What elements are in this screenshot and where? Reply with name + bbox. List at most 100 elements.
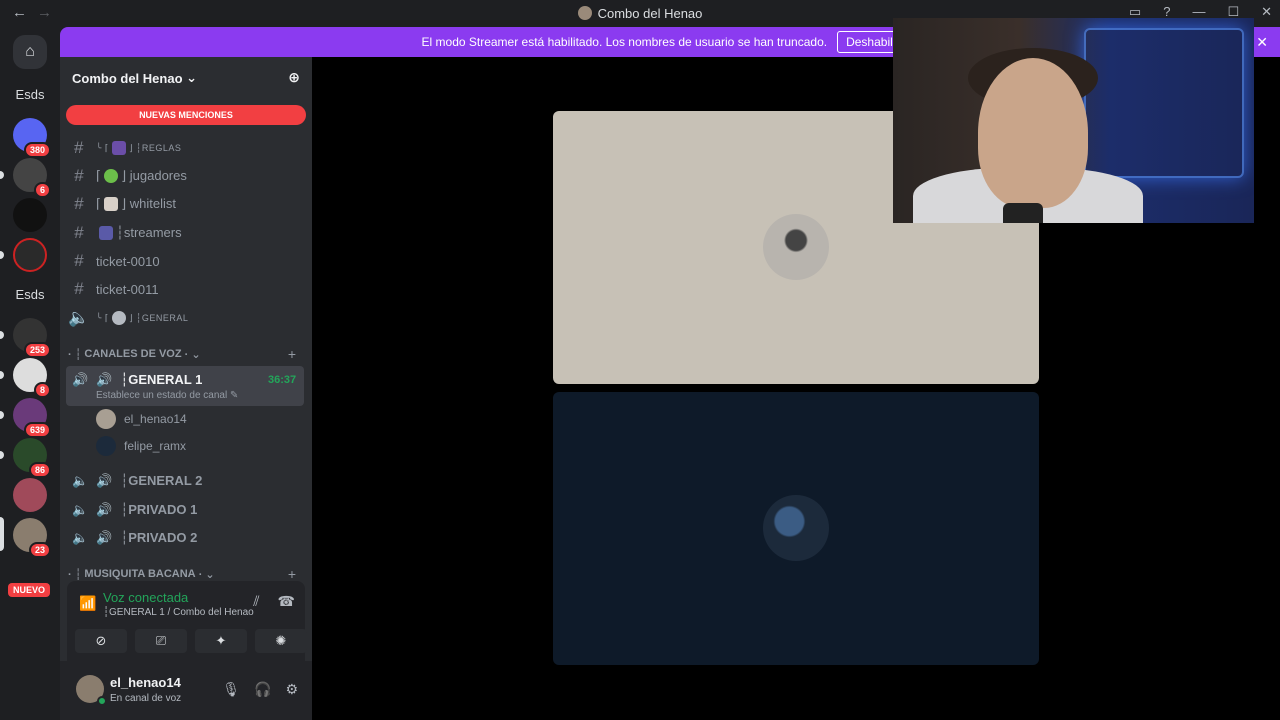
guild-header[interactable]: Combo del Henao ⌄ ⊕	[60, 57, 312, 99]
speaker-icon: 🔈	[72, 473, 89, 488]
mention-badge: 6	[33, 182, 51, 198]
new-badge: NUEVO	[8, 583, 51, 597]
speaker-emoji-icon: 🔊	[96, 530, 113, 545]
speaker-icon: 🔈	[72, 502, 89, 517]
speaker-emoji-icon: 🔊	[96, 473, 113, 488]
camera-off-button[interactable]: ⊘	[75, 629, 127, 653]
server-icon-8[interactable]: 86	[13, 438, 51, 478]
alien-icon	[104, 169, 119, 183]
user-status: En canal de voz	[110, 693, 182, 704]
channel-label: ⌋ whitelist	[121, 196, 176, 211]
voice-member[interactable]: felipe_ramx	[96, 435, 186, 457]
microphone-icon[interactable]: 🎙	[222, 681, 240, 698]
hash-icon: #	[74, 166, 84, 185]
channel-streamers[interactable]: # ┆streamers	[68, 220, 304, 246]
server-folder-1[interactable]: Esds	[13, 77, 47, 111]
channel-whitelist[interactable]: # ⌈ ⌋ whitelist	[68, 191, 304, 217]
user-controls: 🎙 🎧 ⚙	[222, 681, 298, 698]
channel-label: ticket-0010	[96, 253, 160, 269]
speaker-icon: 🔈	[72, 530, 89, 545]
username[interactable]: el_henao14	[110, 675, 181, 690]
add-channel-icon[interactable]: +	[288, 566, 296, 582]
add-channel-icon[interactable]: +	[288, 346, 296, 362]
chevron-down-icon: · ⌄	[198, 568, 215, 581]
unread-pill	[0, 371, 4, 379]
voice-channel-general-1[interactable]: 🔊 🔊 ┆GENERAL 1 36:37	[72, 372, 296, 388]
screen-share-button[interactable]: ⎚	[135, 629, 187, 653]
server-icon-5[interactable]: 253	[13, 318, 51, 358]
hash-icon: #	[74, 194, 84, 213]
unread-pill	[0, 171, 4, 179]
avatar	[96, 436, 116, 456]
scroll-icon	[104, 197, 119, 211]
channel-ticket-0010[interactable]: # ticket-0010	[68, 248, 304, 274]
mention-badge: 253	[23, 342, 51, 358]
noise-suppression-icon[interactable]: ⫽	[253, 593, 259, 610]
clapper-icon	[99, 226, 113, 240]
voice-channel-general-2[interactable]: 🔈 🔊 ┆GENERAL 2	[72, 473, 202, 489]
channel-reglas[interactable]: # ╰ ⌈ ⌋ ┆REGLAS	[68, 135, 304, 161]
banner-text: El modo Streamer está habilitado. Los no…	[421, 35, 828, 49]
server-folder-2[interactable]: Esds	[13, 277, 47, 311]
book-icon	[111, 141, 126, 155]
speaker-emoji-icon: 🔊	[96, 502, 113, 517]
close-window-button[interactable]: ✕	[1261, 4, 1272, 20]
voice-channel-privado-1[interactable]: 🔈 🔊 ┆PRIVADO 1	[72, 502, 197, 518]
invite-people-icon[interactable]: ⊕	[288, 69, 300, 86]
member-name: felipe_ramx	[124, 439, 187, 453]
unread-pill	[0, 251, 4, 259]
voice-connected-channel[interactable]: ┆GENERAL 1 / Combo del Henao	[103, 607, 254, 618]
voice-activity-buttons: ⊘ ⎚ ✦ ✺	[75, 629, 307, 653]
participant-tile[interactable]	[553, 392, 1039, 665]
channel-general-text[interactable]: 🔈 ╰ ⌈ ⌋ ┆GENERAL	[68, 305, 304, 331]
speaker-emoji-icon	[111, 311, 126, 325]
channel-prefix: ╰ ⌈	[96, 142, 109, 153]
user-panel: el_henao14 En canal de voz 🎙 🎧 ⚙	[60, 661, 312, 720]
server-icon-7[interactable]: 639	[13, 398, 51, 438]
unread-pill	[0, 411, 4, 419]
voice-channel-privado-2[interactable]: 🔈 🔊 ┆PRIVADO 2	[72, 530, 197, 546]
voice-connected-label[interactable]: Voz conectada	[103, 590, 188, 605]
channel-label: ⌋ ┆GENERAL	[128, 312, 189, 323]
chevron-down-icon: ⌄	[186, 70, 198, 85]
voice-member[interactable]: el_henao14	[96, 408, 187, 430]
gear-icon[interactable]: ⚙	[285, 681, 298, 698]
server-icon-2[interactable]: 6	[13, 158, 51, 198]
channel-label: ┆PRIVADO 2	[120, 530, 198, 545]
channel-label: ⌋ jugadores	[121, 168, 187, 183]
participant-avatar	[763, 214, 829, 280]
banner-close-icon[interactable]: ✕	[1256, 34, 1268, 51]
channel-label: ┆streamers	[116, 225, 182, 240]
activities-button[interactable]: ✦	[195, 629, 247, 653]
unread-pill	[0, 451, 4, 459]
soundboard-button[interactable]: ✺	[255, 629, 307, 653]
discord-home-icon[interactable]: ⌂	[13, 35, 47, 69]
led-lights	[1084, 28, 1244, 178]
channel-sidebar: Combo del Henao ⌄ ⊕ NUEVAS MENCIONES # ╰ …	[60, 57, 312, 720]
new-mentions-banner[interactable]: NUEVAS MENCIONES	[66, 105, 306, 125]
category-canales-de-voz[interactable]: · ┆ CANALES DE VOZ · ⌄ +	[68, 345, 304, 363]
set-channel-status[interactable]: Establece un estado de canal ✎	[96, 390, 238, 401]
channel-prefix: ⌈	[96, 168, 102, 183]
server-icon-3[interactable]	[13, 198, 47, 232]
mention-badge: 23	[28, 542, 51, 558]
server-icon-1[interactable]: 380	[13, 118, 51, 158]
mention-badge: 639	[23, 422, 51, 438]
avatar	[96, 409, 116, 429]
person-face	[978, 58, 1088, 208]
headphones-icon[interactable]: 🎧	[254, 681, 271, 698]
voice-connection-panel: 📶 Voz conectada ┆GENERAL 1 / Combo del H…	[67, 581, 307, 661]
speaker-icon: 🔈	[68, 308, 90, 327]
channel-ticket-0011[interactable]: # ticket-0011	[68, 276, 304, 302]
server-icon-9[interactable]	[13, 478, 47, 512]
server-icon-4[interactable]	[13, 238, 47, 272]
channel-label: ┆PRIVADO 1	[120, 502, 198, 517]
channel-jugadores[interactable]: # ⌈ ⌋ jugadores	[68, 163, 304, 189]
hash-icon: #	[74, 279, 84, 298]
disconnect-icon[interactable]: ☎	[278, 593, 295, 610]
server-icon-combo-del-henao[interactable]: 23	[13, 518, 51, 558]
call-timer: 36:37	[268, 374, 297, 386]
server-icon-6[interactable]: 8	[13, 358, 51, 398]
channel-label: ┆GENERAL 1	[120, 372, 203, 387]
signal-icon[interactable]: 📶	[79, 595, 96, 612]
